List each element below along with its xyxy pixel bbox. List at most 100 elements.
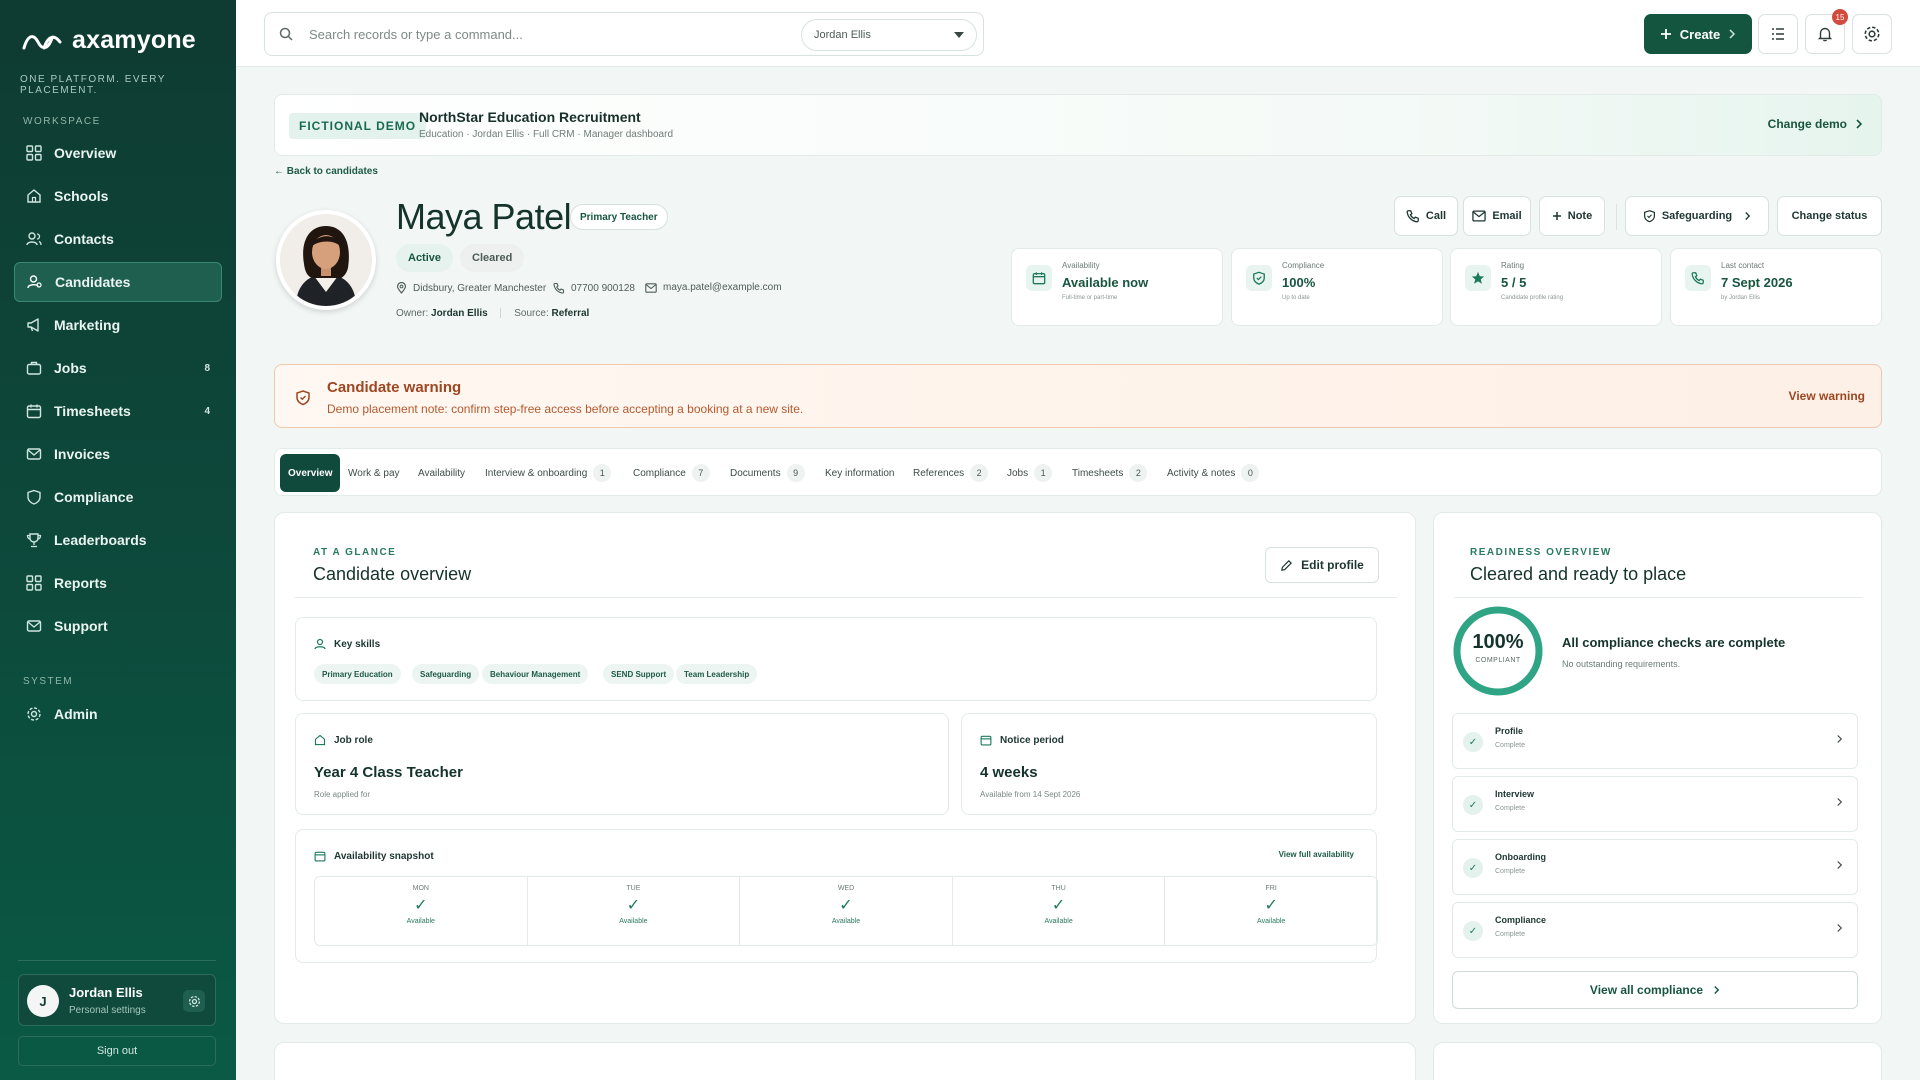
- day-status: Available: [1044, 918, 1073, 925]
- search-bar[interactable]: Search records or type a command... Jord…: [264, 12, 984, 56]
- sidebar-item-label: Marketing: [54, 317, 121, 333]
- sidebar-item-overview[interactable]: Overview: [14, 133, 222, 173]
- list-view-button[interactable]: [1758, 14, 1798, 54]
- sidebar-item-timesheets[interactable]: Timesheets 4: [14, 391, 222, 431]
- edit-profile-button[interactable]: Edit profile: [1265, 547, 1379, 583]
- tab-activity-notes[interactable]: Activity & notes 0: [1159, 454, 1267, 492]
- tab-count: 1: [593, 464, 612, 482]
- owner-label: Owner:: [396, 308, 429, 319]
- search-input[interactable]: Search records or type a command...: [309, 27, 523, 42]
- stat-label: Rating: [1501, 261, 1525, 270]
- tab-key-information[interactable]: Key information: [817, 454, 902, 492]
- user-name: Jordan Ellis: [69, 985, 143, 1000]
- pencil-icon: [1280, 559, 1293, 572]
- email-text: maya.patel@example.com: [663, 282, 782, 293]
- availability-heading: Availability snapshot: [314, 850, 434, 862]
- logo-mark-icon: [22, 30, 62, 52]
- tab-overview[interactable]: Overview: [280, 454, 341, 492]
- brand-logo[interactable]: axamyone: [22, 26, 196, 55]
- user-settings-button[interactable]: [183, 990, 205, 1012]
- candidate-tabs: Overview Work & pay Availability Intervi…: [274, 448, 1882, 496]
- day-cell: TUE ✓ Available: [528, 877, 741, 945]
- sidebar-item-label: Overview: [54, 145, 117, 161]
- skill-tag: SEND Support: [603, 664, 675, 684]
- tab-references[interactable]: References 2: [905, 454, 996, 492]
- key-skills-heading: Key skills: [314, 638, 380, 650]
- check-title: Profile: [1495, 726, 1524, 736]
- sidebar-item-marketing[interactable]: Marketing: [14, 305, 222, 345]
- tab-compliance[interactable]: Compliance 7: [625, 454, 718, 492]
- sidebar-item-schools[interactable]: Schools: [14, 176, 222, 216]
- sidebar-item-label: Schools: [54, 188, 109, 204]
- job-role-card: Job role Year 4 Class Teacher Role appli…: [295, 713, 949, 815]
- check-status: Complete: [1495, 868, 1525, 875]
- create-button[interactable]: Create: [1644, 14, 1752, 54]
- tab-timesheets[interactable]: Timesheets 2: [1064, 454, 1155, 492]
- settings-button[interactable]: [1852, 14, 1892, 54]
- tab-availability[interactable]: Availability: [410, 454, 473, 492]
- sidebar-item-jobs[interactable]: Jobs 8: [14, 348, 222, 388]
- skill-tag: Behaviour Management: [482, 664, 589, 684]
- candidate-email[interactable]: maya.patel@example.com: [645, 282, 782, 293]
- sidebar-item-candidates[interactable]: Candidates: [14, 262, 222, 302]
- view-warning-link[interactable]: View warning: [1789, 389, 1865, 403]
- day-status: Available: [619, 918, 648, 925]
- stat-rating: Rating 5 / 5 Candidate profile rating: [1450, 248, 1662, 326]
- sidebar-item-compliance[interactable]: Compliance: [14, 477, 222, 517]
- tab-count: 9: [786, 464, 805, 482]
- stat-value: Available now: [1062, 275, 1149, 290]
- key-skills-card: Key skills Primary Education Safeguardin…: [295, 617, 1377, 701]
- panel-divider: [1454, 597, 1863, 598]
- brand-name: axamyone: [72, 26, 196, 54]
- sidebar-item-admin[interactable]: Admin: [14, 694, 222, 734]
- role-tag: Primary Teacher: [570, 204, 668, 230]
- tab-count: 0: [1241, 464, 1260, 482]
- change-demo-label: Change demo: [1767, 117, 1847, 131]
- sign-out-button[interactable]: Sign out: [18, 1036, 216, 1066]
- avatar: J: [27, 985, 59, 1017]
- sidebar-item-support[interactable]: Support: [14, 606, 222, 646]
- safeguarding-button[interactable]: Safeguarding: [1625, 196, 1769, 236]
- sidebar-item-leaderboards[interactable]: Leaderboards: [14, 520, 222, 560]
- tab-label: Interview & onboarding: [485, 467, 588, 479]
- compliance-row-interview[interactable]: ✓ Interview Complete: [1452, 776, 1858, 832]
- sidebar-item-label: Timesheets: [54, 403, 131, 419]
- tab-jobs[interactable]: Jobs 1: [999, 454, 1060, 492]
- sidebar-item-contacts[interactable]: Contacts: [14, 219, 222, 259]
- call-button[interactable]: Call: [1394, 196, 1458, 236]
- note-button[interactable]: Note: [1539, 196, 1605, 236]
- sidebar-item-invoices[interactable]: Invoices: [14, 434, 222, 474]
- sidebar-divider: [18, 960, 216, 961]
- search-icon: [279, 27, 293, 41]
- user-card[interactable]: J Jordan Ellis Personal settings: [18, 974, 216, 1026]
- back-to-candidates-link[interactable]: ← Back to candidates: [274, 166, 378, 177]
- mail-icon: [645, 282, 657, 293]
- personal-settings-link[interactable]: Personal settings: [69, 1005, 146, 1016]
- user-select-dropdown[interactable]: Jordan Ellis: [801, 19, 977, 51]
- stat-label: Availability: [1062, 261, 1100, 270]
- stat-sub: Up to date: [1282, 295, 1310, 301]
- email-button[interactable]: Email: [1463, 196, 1531, 236]
- change-status-button[interactable]: Change status: [1777, 196, 1882, 236]
- compliance-row-profile[interactable]: ✓ Profile Complete: [1452, 713, 1858, 769]
- jobs-count-badge: 8: [204, 362, 210, 374]
- view-all-compliance-button[interactable]: View all compliance: [1452, 971, 1858, 1009]
- candidate-warning-banner: Candidate warning Demo placement note: c…: [274, 364, 1882, 428]
- tab-work-pay[interactable]: Work & pay: [340, 454, 408, 492]
- email-label: Email: [1492, 210, 1522, 222]
- sidebar-item-label: Reports: [54, 575, 107, 591]
- tab-label: Availability: [418, 467, 466, 479]
- notifications-button[interactable]: 15: [1805, 9, 1848, 54]
- view-full-availability-link[interactable]: View full availability: [1279, 850, 1354, 859]
- map-pin-icon: [396, 282, 407, 294]
- tab-interview-onboarding[interactable]: Interview & onboarding 1: [477, 454, 619, 492]
- candidate-phone[interactable]: 07700 900128: [553, 282, 635, 294]
- tab-documents[interactable]: Documents 9: [722, 454, 813, 492]
- compliance-row-onboarding[interactable]: ✓ Onboarding Complete: [1452, 839, 1858, 895]
- phone-icon: [553, 282, 565, 294]
- call-label: Call: [1425, 210, 1447, 222]
- readiness-eyebrow: READINESS OVERVIEW: [1470, 547, 1612, 558]
- sidebar-item-reports[interactable]: Reports: [14, 563, 222, 603]
- compliance-row-compliance[interactable]: ✓ Compliance Complete: [1452, 902, 1858, 958]
- change-demo-link[interactable]: Change demo: [1768, 117, 1863, 131]
